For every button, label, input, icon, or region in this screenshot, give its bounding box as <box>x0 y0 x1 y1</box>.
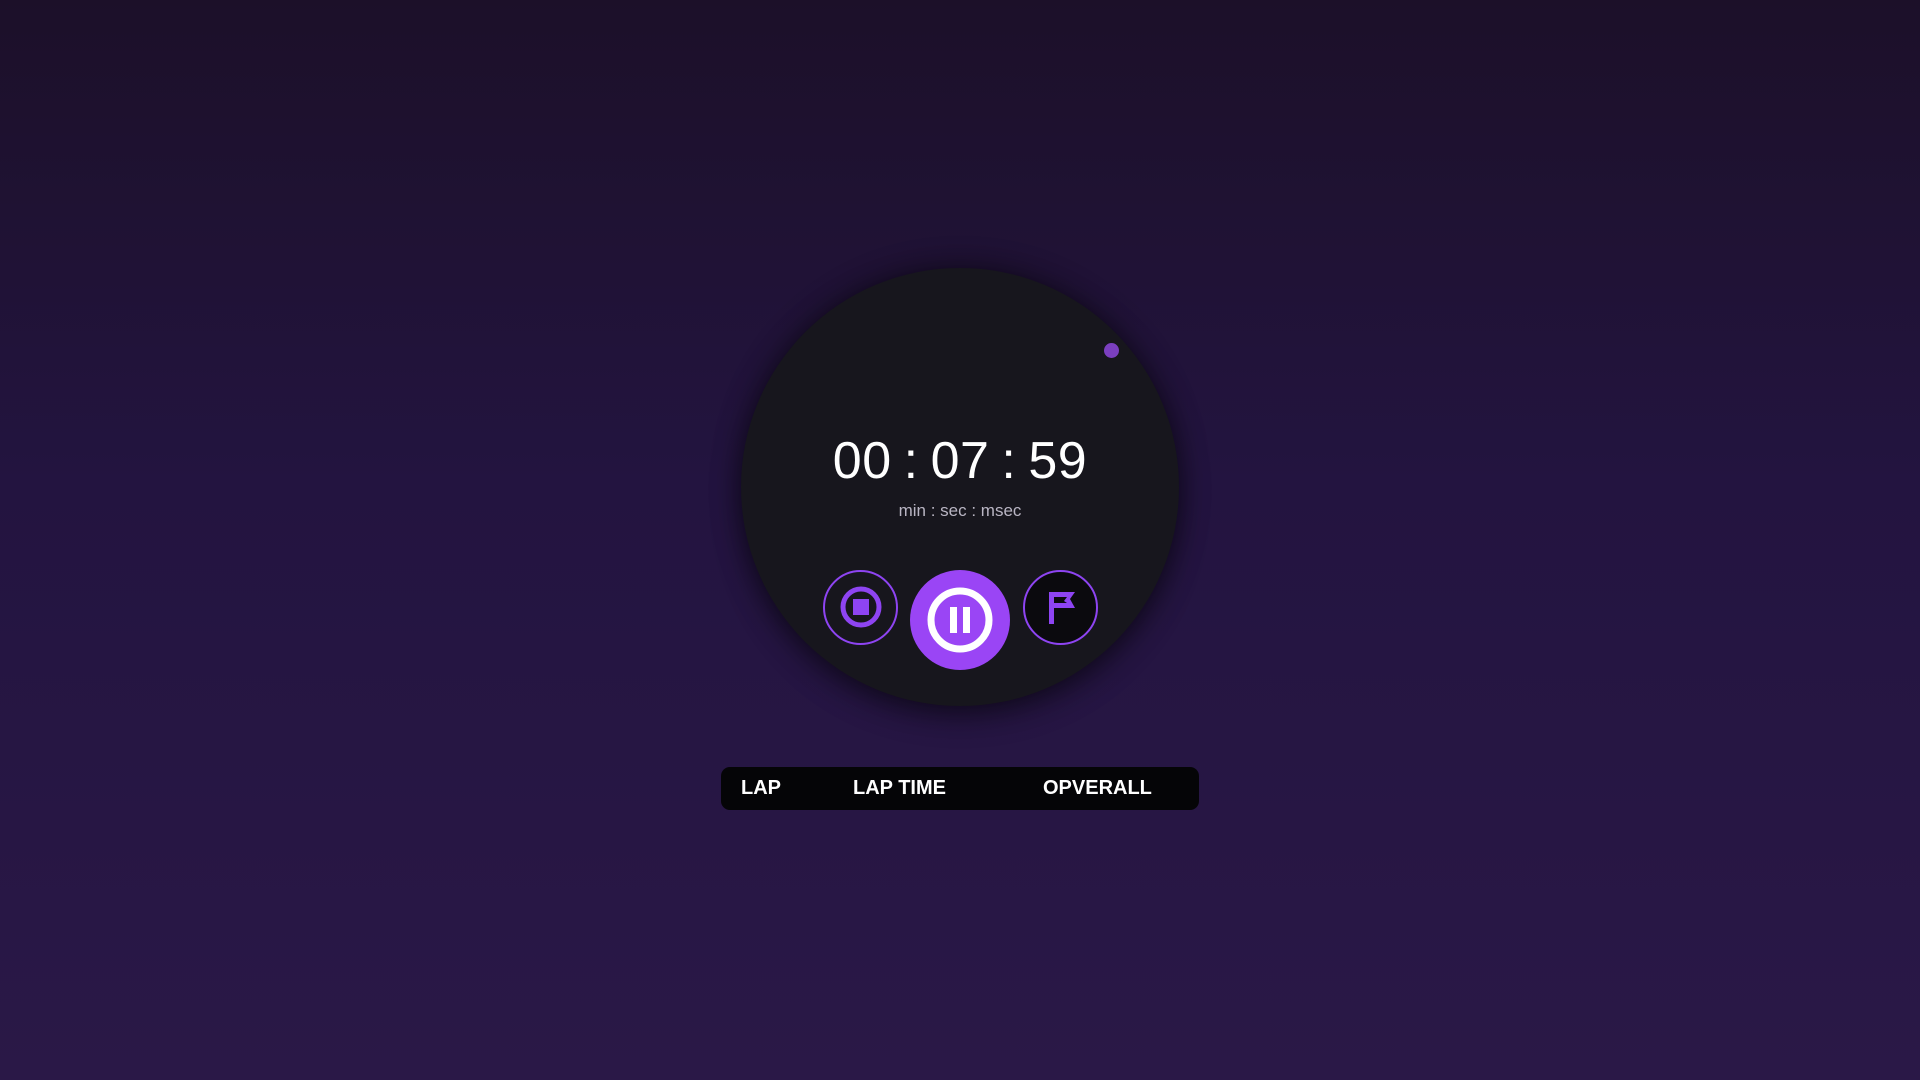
seconds-value: 07 <box>930 432 990 490</box>
time-units-label: min : sec : msec <box>898 501 1022 520</box>
column-header-lap: LAP <box>741 777 781 799</box>
progress-indicator-dot <box>1104 343 1119 358</box>
column-header-lap-time: LAP TIME <box>853 777 946 799</box>
lap-table-header: LAP LAP TIME OPVERALL <box>721 767 1199 810</box>
stop-button[interactable] <box>823 570 898 645</box>
flag-icon <box>1048 591 1075 624</box>
stop-icon <box>840 586 881 627</box>
time-separator: : <box>903 432 919 490</box>
milliseconds-value: 59 <box>1028 432 1088 490</box>
time-display: 00:07:59 <box>741 426 1179 496</box>
lap-flag-button[interactable] <box>1023 570 1098 645</box>
pause-button[interactable] <box>910 570 1010 670</box>
minutes-value: 00 <box>832 432 892 490</box>
column-header-overall: OPVERALL <box>1043 777 1152 799</box>
pause-icon <box>927 587 993 653</box>
time-separator: : <box>1001 432 1017 490</box>
